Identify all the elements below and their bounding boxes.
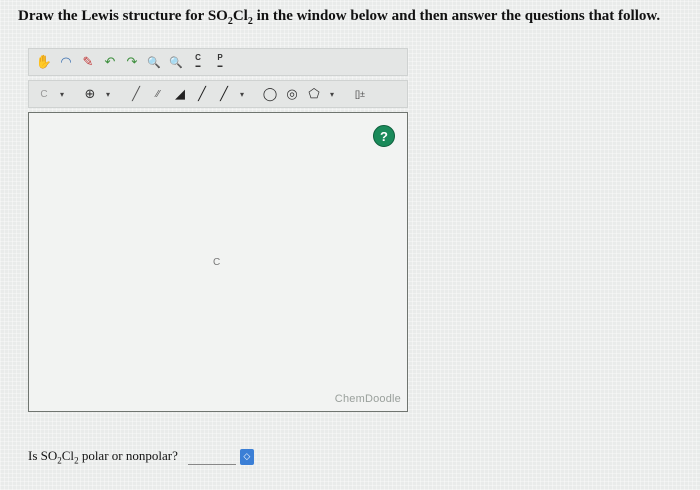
ring-dropdown-icon[interactable]: ▾ [327, 85, 337, 103]
carbon-atom[interactable]: C [213, 257, 220, 268]
chemdoodle-brand: ChemDoodle [334, 393, 401, 405]
chemdoodle-editor: ✋ ◠ ✎ ↶ ↷ 🔍 🔍 C ▬ P ▬ C ▾ ⊕ ▾ ╱ ⁄⁄ ◢ ╱ ╱ ▾ ◯ ◎ ⬠ ▾… [28, 48, 408, 414]
atom-dropdown-icon[interactable]: ▾ [57, 85, 67, 103]
ring-benzene-icon[interactable]: ◎ [283, 85, 301, 103]
ring-pentagon-icon[interactable]: ⬠ [305, 85, 323, 103]
charge-tool-icon[interactable]: ⊕ [81, 85, 99, 103]
clean-tool-icon[interactable]: C ▬ [189, 53, 207, 71]
perception-tool-icon[interactable]: P ▬ [211, 53, 229, 71]
question-prefix: Draw the Lewis structure for [18, 8, 208, 24]
wedge-bond-icon[interactable]: ◢ [171, 85, 189, 103]
eraser-icon[interactable]: ✎ [79, 53, 97, 71]
lasso-icon[interactable]: ◠ [57, 53, 75, 71]
redo-icon[interactable]: ↷ [123, 53, 141, 71]
formula-cl: Cl [232, 8, 248, 24]
formula-so: SO [207, 8, 228, 24]
hand-icon[interactable]: ✋ [35, 53, 53, 71]
charge-dropdown-icon[interactable]: ▾ [103, 85, 113, 103]
double-bond-icon[interactable]: ⁄⁄ [149, 85, 167, 103]
bracket-tool-icon[interactable]: []± [351, 85, 369, 103]
drawing-canvas[interactable]: ? C ChemDoodle [28, 112, 408, 412]
zoom-out-icon[interactable]: 🔍 [167, 53, 185, 71]
bold-bond-icon[interactable]: ╱ [193, 85, 211, 103]
polarity-question-text: Is SO2Cl2 polar or nonpolar? [28, 448, 178, 466]
ring-circle-icon[interactable]: ◯ [261, 85, 279, 103]
polarity-answer-field[interactable] [187, 448, 236, 466]
undo-icon[interactable]: ↶ [101, 53, 119, 71]
question-suffix: in the window below and then answer the … [252, 8, 661, 24]
bond-dropdown-icon[interactable]: ▾ [237, 85, 247, 103]
polarity-dropdown-button[interactable]: ◇ [239, 448, 254, 465]
drawing-toolbar: C ▾ ⊕ ▾ ╱ ⁄⁄ ◢ ╱ ╱ ▾ ◯ ◎ ⬠ ▾ []± [28, 80, 408, 108]
question-title: Draw the Lewis structure for SO2Cl2 in t… [18, 8, 660, 27]
atom-label-tool[interactable]: C [35, 85, 53, 103]
polarity-question: Is SO2Cl2 polar or nonpolar? ◇ [28, 448, 254, 466]
zoom-in-icon[interactable]: 🔍 [145, 53, 163, 71]
hash-bond-icon[interactable]: ╱ [215, 85, 233, 103]
main-toolbar: ✋ ◠ ✎ ↶ ↷ 🔍 🔍 C ▬ P ▬ [28, 48, 408, 76]
help-button[interactable]: ? [373, 125, 395, 147]
single-bond-icon[interactable]: ╱ [127, 85, 145, 103]
